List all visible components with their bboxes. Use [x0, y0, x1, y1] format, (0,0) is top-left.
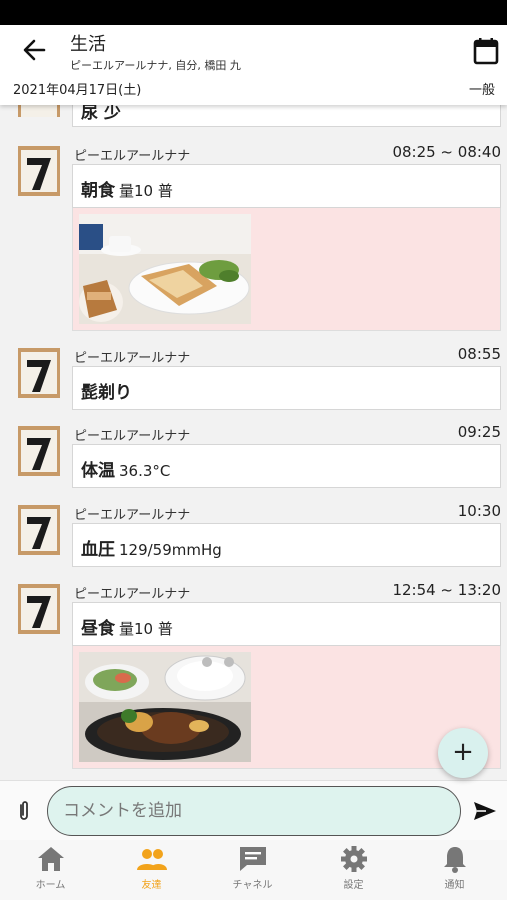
comment-composer — [0, 780, 507, 840]
entry-time: 09:25 — [457, 423, 501, 441]
avatar — [18, 146, 60, 196]
status-bar — [0, 0, 507, 25]
entry-author: ピーエルアールナナ — [74, 508, 191, 523]
entry-photo-area — [72, 208, 501, 331]
timeline-feed[interactable]: 尿 少 ピーエルアールナナ 08:25 ~ 08:40 朝食 量10 普 ピーエ… — [0, 105, 507, 780]
tab-label: 友達 — [141, 880, 162, 891]
tab-home[interactable]: ホーム — [0, 840, 101, 900]
entry-title: 尿 少 — [81, 105, 121, 123]
add-entry-button[interactable]: + — [438, 728, 488, 778]
tab-label: ホーム — [35, 880, 66, 891]
top-app-bar: 生活 ピーエルアールナナ, 自分, 橋田 九 2021年04月17日(土) 一般 — [0, 25, 507, 105]
log-entry-card[interactable]: 髭剃り — [72, 366, 501, 410]
entry-photo-area — [72, 646, 501, 769]
log-entry-card[interactable]: 体温 36.3°C — [72, 444, 501, 488]
entry-detail: 量10 普 — [119, 620, 173, 638]
calendar-button[interactable] — [470, 35, 502, 67]
paperclip-icon — [20, 801, 28, 820]
mode-label: 一般 — [468, 83, 495, 98]
send-button[interactable] — [472, 799, 498, 823]
current-date: 2021年04月17日(土) — [13, 83, 142, 98]
entry-title: 髭剃り — [81, 383, 132, 403]
entry-title: 血圧 129/59mmHg — [81, 540, 222, 560]
entry-title: 体温 36.3°C — [81, 461, 171, 481]
plus-icon: + — [452, 737, 474, 767]
tab-label: 設定 — [343, 880, 364, 891]
entry-author: ピーエルアールナナ — [74, 429, 191, 444]
calendar-icon — [473, 38, 499, 65]
gear-icon — [340, 846, 367, 872]
attach-button[interactable] — [12, 799, 36, 823]
tab-settings[interactable]: 設定 — [303, 840, 404, 900]
tab-channel[interactable]: チャネル — [202, 840, 303, 900]
breakfast-photo[interactable] — [79, 214, 251, 324]
log-entry-card[interactable]: 血圧 129/59mmHg — [72, 523, 501, 567]
entry-detail: 36.3°C — [119, 462, 171, 480]
log-entry-partial[interactable]: 尿 少 — [72, 105, 501, 127]
bottom-nav: ホーム 友達 チャネル 設定 通知 — [0, 840, 507, 900]
page-title: 生活 — [70, 34, 106, 55]
entry-title: 昼食 量10 普 — [81, 619, 173, 639]
tab-label: チャネル — [232, 880, 273, 891]
entry-time: 10:30 — [457, 502, 501, 520]
avatar — [18, 348, 60, 398]
log-entry-card[interactable]: 昼食 量10 普 — [72, 602, 501, 646]
bell-icon — [443, 847, 466, 873]
entry-title: 朝食 量10 普 — [81, 181, 173, 201]
lunch-photo[interactable] — [79, 652, 251, 762]
entry-author: ピーエルアールナナ — [74, 149, 191, 164]
participants-list: ピーエルアールナナ, 自分, 橋田 九 — [70, 59, 241, 72]
entry-time: 08:25 ~ 08:40 — [392, 143, 501, 161]
avatar — [18, 105, 60, 117]
tab-notifications[interactable]: 通知 — [404, 840, 505, 900]
entry-time: 08:55 — [457, 345, 501, 363]
arrow-left-icon — [23, 39, 46, 61]
tab-friends[interactable]: 友達 — [101, 840, 202, 900]
avatar — [18, 584, 60, 634]
log-entry-card[interactable]: 朝食 量10 普 — [72, 164, 501, 208]
entry-detail: 量10 普 — [119, 182, 173, 200]
chat-icon — [239, 847, 266, 871]
send-icon — [474, 802, 496, 820]
entry-time: 12:54 ~ 13:20 — [392, 581, 501, 599]
avatar — [18, 505, 60, 555]
tab-label: 通知 — [444, 880, 465, 891]
friends-icon — [136, 849, 167, 870]
entry-detail: 129/59mmHg — [119, 541, 222, 559]
home-icon — [37, 847, 64, 871]
back-button[interactable] — [18, 35, 52, 65]
entry-author: ピーエルアールナナ — [74, 351, 191, 366]
entry-author: ピーエルアールナナ — [74, 587, 191, 602]
avatar — [18, 426, 60, 476]
comment-input[interactable] — [47, 786, 461, 836]
